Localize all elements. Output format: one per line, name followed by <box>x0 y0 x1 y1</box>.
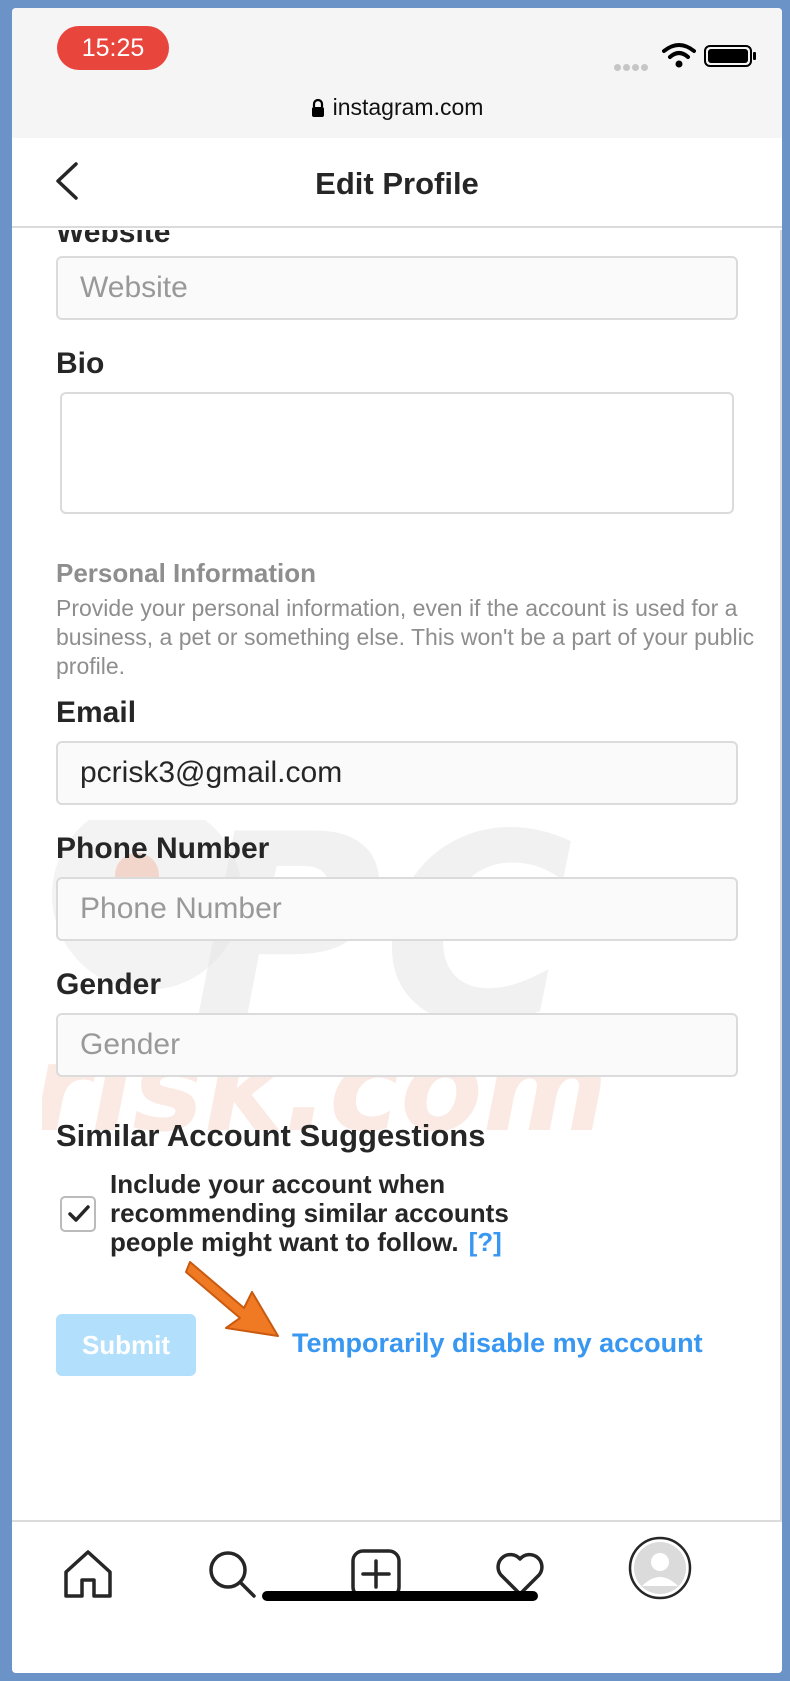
email-label: Email <box>56 696 137 729</box>
website-input[interactable]: Website <box>56 256 738 320</box>
website-label: Website <box>56 230 171 249</box>
gender-input[interactable]: Gender <box>56 1013 738 1077</box>
address-bar[interactable]: instagram.com <box>12 94 782 121</box>
annotation-arrow-icon <box>185 1261 279 1337</box>
suggestions-title: Similar Account Suggestions <box>56 1118 486 1153</box>
temporarily-disable-account-link[interactable]: Temporarily disable my account <box>292 1328 703 1359</box>
email-input[interactable]: pcrisk3@gmail.com <box>56 741 738 805</box>
page-header: Edit Profile <box>12 138 782 228</box>
status-time: 15:25 <box>57 26 169 70</box>
page-title: Edit Profile <box>315 166 479 201</box>
profile-avatar-icon[interactable] <box>628 1536 692 1600</box>
phone-label: Phone Number <box>56 832 270 865</box>
phone-screen: 15:25 instagram.com Edit Profile PC risk… <box>12 8 782 1673</box>
suggestions-description: Include your account when recommending s… <box>110 1169 509 1257</box>
bio-label: Bio <box>56 347 105 380</box>
lock-icon <box>311 98 324 117</box>
wifi-icon <box>662 43 696 68</box>
bio-textarea[interactable] <box>60 392 734 514</box>
checkmark-icon <box>68 1205 90 1222</box>
suggestions-text: Include your account when recommending s… <box>110 1170 580 1257</box>
battery-icon <box>704 45 756 67</box>
url-text: instagram.com <box>332 94 484 120</box>
personal-info-title: Personal Information <box>56 558 317 588</box>
submit-button[interactable]: Submit <box>56 1314 196 1376</box>
phone-input[interactable]: Phone Number <box>56 877 738 941</box>
personal-info-description: Provide your personal information, even … <box>56 595 755 679</box>
edit-profile-form: PC risk.com Website Website Bio Personal… <box>12 230 782 1520</box>
home-icon[interactable] <box>60 1546 116 1602</box>
suggestions-help-link[interactable]: [?] <box>469 1227 502 1257</box>
home-indicator[interactable] <box>262 1591 538 1601</box>
suggestions-checkbox[interactable] <box>60 1196 96 1232</box>
cellular-signal-icon <box>614 58 654 71</box>
search-icon[interactable] <box>204 1546 260 1602</box>
gender-label: Gender <box>56 968 162 1001</box>
status-bar: 15:25 instagram.com <box>12 8 782 138</box>
